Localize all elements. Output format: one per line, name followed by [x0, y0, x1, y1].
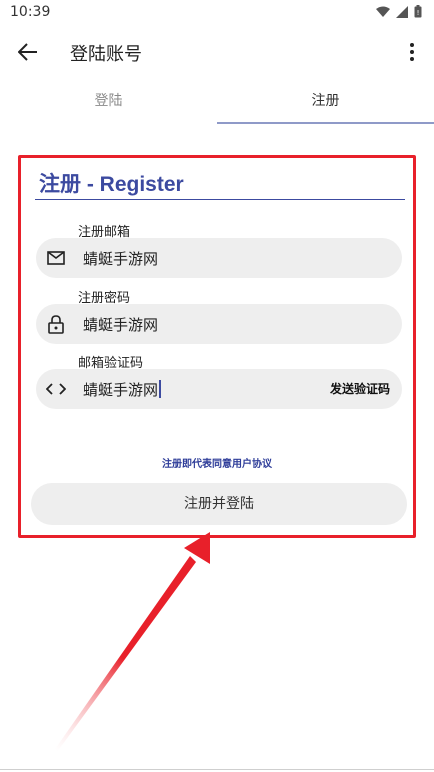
arrow-shaft — [53, 556, 196, 752]
bottom-divider — [0, 769, 434, 770]
annotation-arrow — [53, 532, 210, 752]
